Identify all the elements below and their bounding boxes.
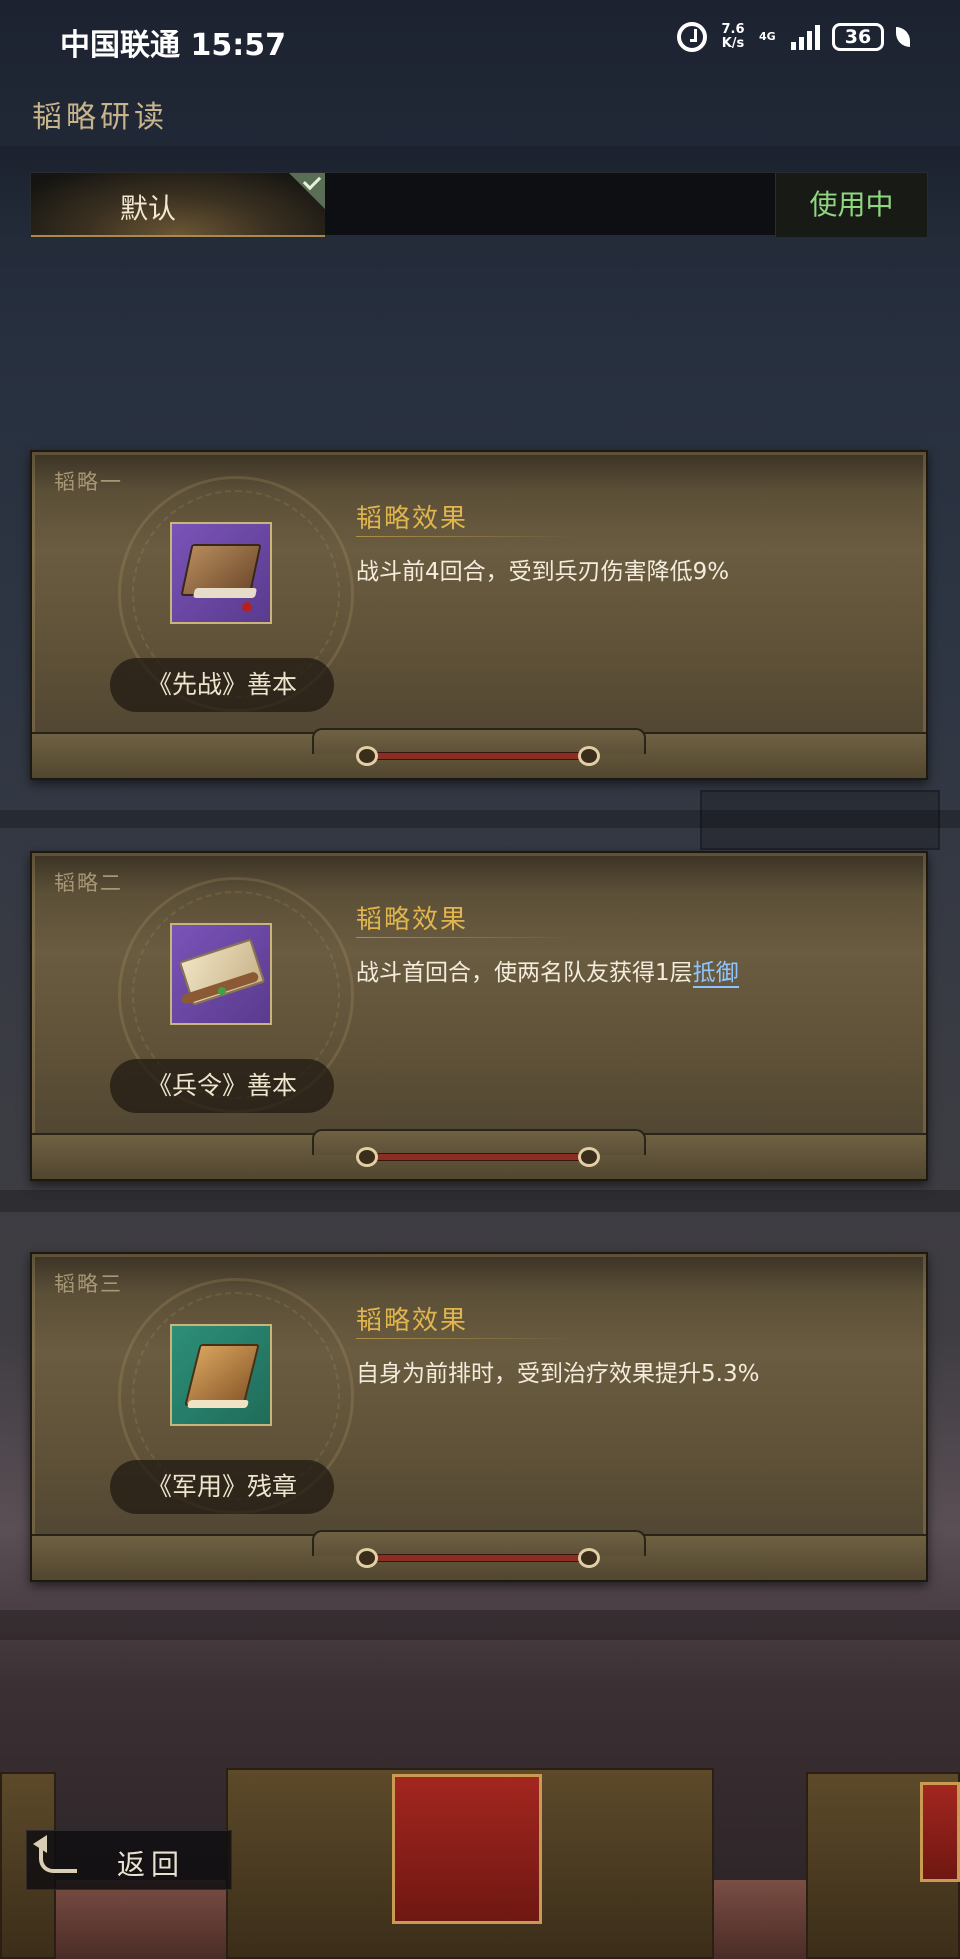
battery-icon: 36 — [832, 23, 884, 51]
effect-title: 韬略效果 — [356, 504, 469, 534]
strategy-card-2[interactable]: 韬略二 《兵令》善本 韬略效果 战斗首回合，使两名队友获得1层抵御 — [30, 851, 928, 1181]
back-arrow-icon — [33, 1835, 77, 1873]
effect-divider — [356, 536, 576, 537]
background-beam — [0, 1610, 960, 1640]
scroll-cap-right — [578, 1147, 600, 1167]
effect-title: 韬略效果 — [356, 905, 469, 935]
scroll-cap-left — [356, 746, 378, 766]
keyword-link[interactable]: 抵御 — [692, 960, 739, 988]
network-type: 4G — [759, 30, 776, 43]
card-slot-label: 韬略三 — [54, 1272, 123, 1296]
page-title: 韬略研读 — [32, 100, 168, 135]
signal-icon — [791, 24, 820, 50]
in-use-button[interactable]: 使用中 — [775, 173, 927, 237]
scroll-item-icon[interactable] — [170, 923, 272, 1025]
effect-description: 战斗前4回合，受到兵刃伤害降低9% — [356, 559, 730, 585]
status-icons: 7.6 K/s 4G 36 — [677, 22, 910, 52]
scroll-cap-right — [578, 746, 600, 766]
item-name: 《先战》善本 — [110, 658, 334, 712]
item-name: 《兵令》善本 — [110, 1059, 334, 1113]
effect-text: 战斗首回合，使两名队友获得1层 — [356, 960, 693, 986]
scroll-rod — [360, 752, 592, 760]
decor-seal-center — [392, 1774, 542, 1924]
status-bar: 中国联通 15:57 7.6 K/s 4G 36 — [0, 0, 960, 82]
strategy-card-1[interactable]: 韬略一 《先战》善本 韬略效果 战斗前4回合，受到兵刃伤害降低9% — [30, 450, 928, 780]
eco-leaf-icon — [896, 27, 910, 47]
effect-divider — [356, 1338, 576, 1339]
alarm-icon — [677, 22, 707, 52]
preset-tab-label: 默认 — [119, 192, 176, 225]
background-window — [700, 790, 940, 850]
preset-bar: 默认 使用中 — [30, 171, 928, 237]
book-item-icon[interactable] — [170, 1324, 272, 1426]
card-slot-label: 韬略二 — [54, 871, 123, 895]
card-slot-label: 韬略一 — [54, 470, 123, 494]
strategy-card-3[interactable]: 韬略三 《军用》残章 韬略效果 自身为前排时，受到治疗效果提升5.3% — [30, 1252, 928, 1582]
background-beam — [0, 1190, 960, 1212]
carrier-time: 中国联通 15:57 — [60, 28, 286, 63]
decor-seal-right — [920, 1782, 960, 1882]
effect-divider — [356, 937, 576, 938]
scroll-rod — [360, 1554, 592, 1562]
net-speed: 7.6 K/s — [721, 22, 745, 51]
item-name: 《军用》残章 — [110, 1460, 334, 1514]
scroll-rod — [360, 1153, 592, 1161]
scroll-cap-left — [356, 1147, 378, 1167]
preset-tab-default[interactable]: 默认 — [31, 171, 325, 237]
back-button[interactable]: 返回 — [26, 1830, 232, 1890]
effect-description: 自身为前排时，受到治疗效果提升5.3% — [356, 1361, 760, 1387]
back-label: 返回 — [117, 1848, 186, 1881]
effect-title: 韬略效果 — [356, 1306, 469, 1336]
scroll-cap-right — [578, 1548, 600, 1568]
effect-description: 战斗首回合，使两名队友获得1层抵御 — [356, 953, 739, 988]
scroll-cap-left — [356, 1548, 378, 1568]
book-item-icon[interactable] — [170, 522, 272, 624]
